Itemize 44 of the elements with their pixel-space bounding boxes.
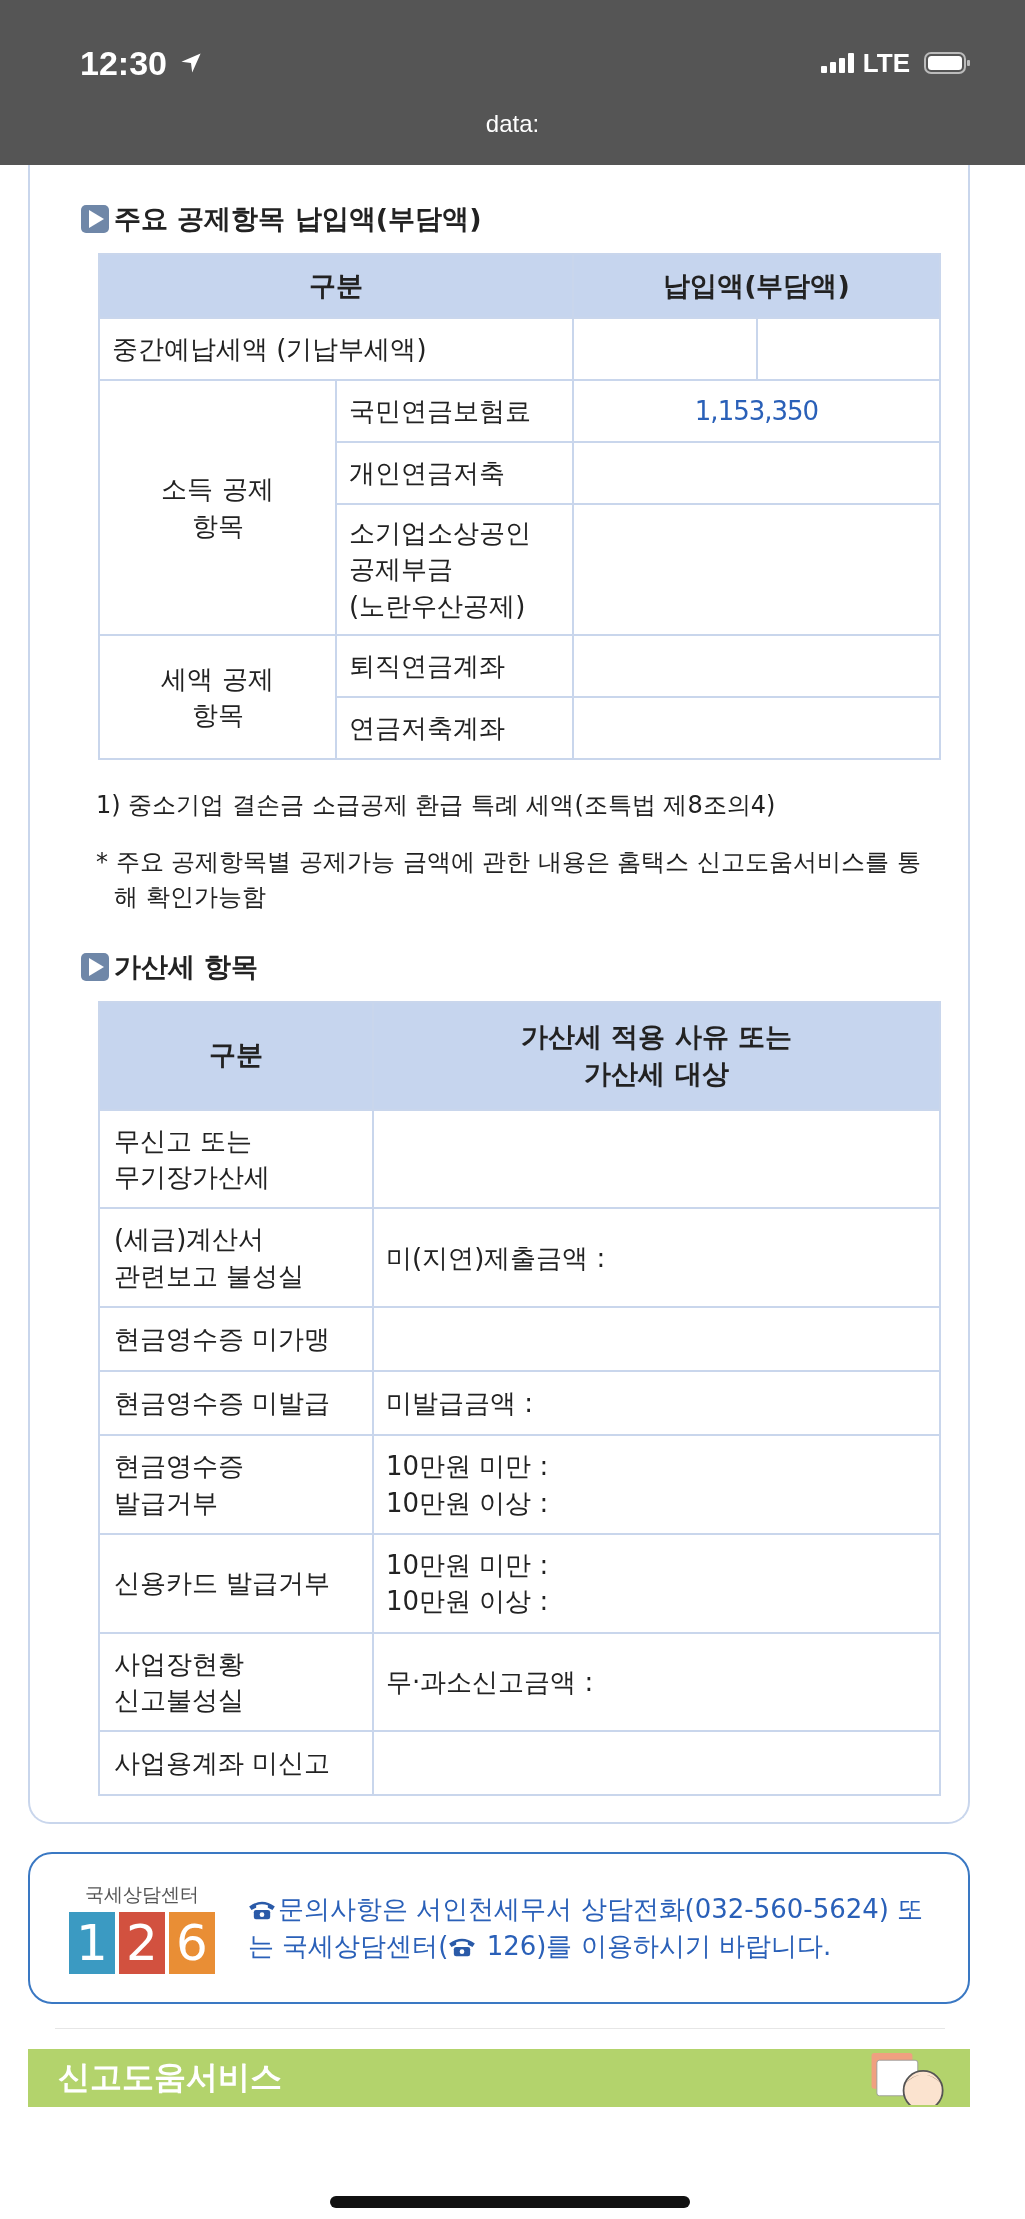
- table-cell: (세금)계산서 관련보고 불성실: [99, 1208, 373, 1308]
- note-text: 1) 중소기업 결손금 소급공제 환급 특례 세액(조특법 제8조의4): [96, 790, 777, 822]
- contact-notice: 문의사항은 서인천세무서 상담전화(032-560-5624) 또는 국세상담센터( 126)를 이용하시기 바랍니다.: [248, 1892, 925, 1964]
- table-cell: 미(지연)제출금액 :: [373, 1208, 940, 1308]
- column-header: 납입액(부담액): [573, 254, 940, 318]
- table-cell: 현금영수증 발급거부: [99, 1435, 373, 1534]
- table-cell: 현금영수증 미발급: [99, 1371, 373, 1436]
- section-heading: 주요 공제항목 납입액(부담액): [114, 202, 482, 236]
- column-header: 구분: [99, 254, 573, 318]
- table-cell: 퇴직연금계좌: [336, 635, 573, 698]
- table-cell: 무신고 또는 무기장가산세: [99, 1109, 373, 1209]
- table-cell: 소득 공제 항목: [99, 380, 336, 636]
- network-label: LTE: [862, 47, 910, 79]
- table-cell: 중간예납세액 (기납부세액): [99, 318, 573, 380]
- logo-digit: 6: [169, 1912, 215, 1975]
- table-cell: 10만원 미만 : 10만원 이상 :: [373, 1435, 940, 1534]
- table-cell: 1,153,350: [573, 380, 940, 442]
- logo-caption: 국세상담센터: [85, 1882, 199, 1908]
- phone-icon: [448, 1936, 477, 1959]
- column-header: 구분: [99, 1001, 373, 1110]
- logo-digit: 1: [69, 1912, 115, 1975]
- play-icon: [80, 951, 110, 982]
- column-header: 가산세 적용 사유 또는 가산세 대상: [373, 1001, 940, 1110]
- table-cell: 현금영수증 미가맹: [99, 1307, 373, 1372]
- table-cell: 무·과소신고금액 :: [373, 1632, 940, 1732]
- table-cell: 국민연금보험료: [336, 380, 573, 442]
- table-cell: 개인연금저축: [336, 442, 573, 504]
- table-cell: 사업장현황 신고불성실: [99, 1632, 373, 1732]
- banner-title: 신고도움서비스: [58, 2057, 282, 2099]
- table-cell: 미발급금액 :: [373, 1371, 940, 1436]
- table-cell: 세액 공제 항목: [99, 635, 336, 760]
- table-cell: 소기업소상공인공제부금 (노란우산공제): [336, 504, 573, 636]
- status-time: 12:30: [80, 43, 167, 83]
- table-cell: 연금저축계좌: [336, 697, 573, 760]
- section-heading: 가산세 항목: [114, 949, 259, 984]
- battery-icon: [924, 52, 970, 74]
- url-text[interactable]: data:: [485, 110, 540, 137]
- play-icon: [80, 204, 110, 234]
- logo-digit: 2: [119, 1912, 165, 1975]
- table-cell: 사업용계좌 미신고: [99, 1731, 373, 1796]
- signal-icon: [820, 53, 855, 73]
- note-text: * 주요 공제항목별 공제가능 금액에 관한 내용은 홈택스 신고도움서비스를 통해 확인가능함: [96, 846, 922, 913]
- table-cell: 10만원 미만 : 10만원 이상 :: [373, 1533, 940, 1633]
- table-cell: 신용카드 발급거부: [99, 1533, 373, 1633]
